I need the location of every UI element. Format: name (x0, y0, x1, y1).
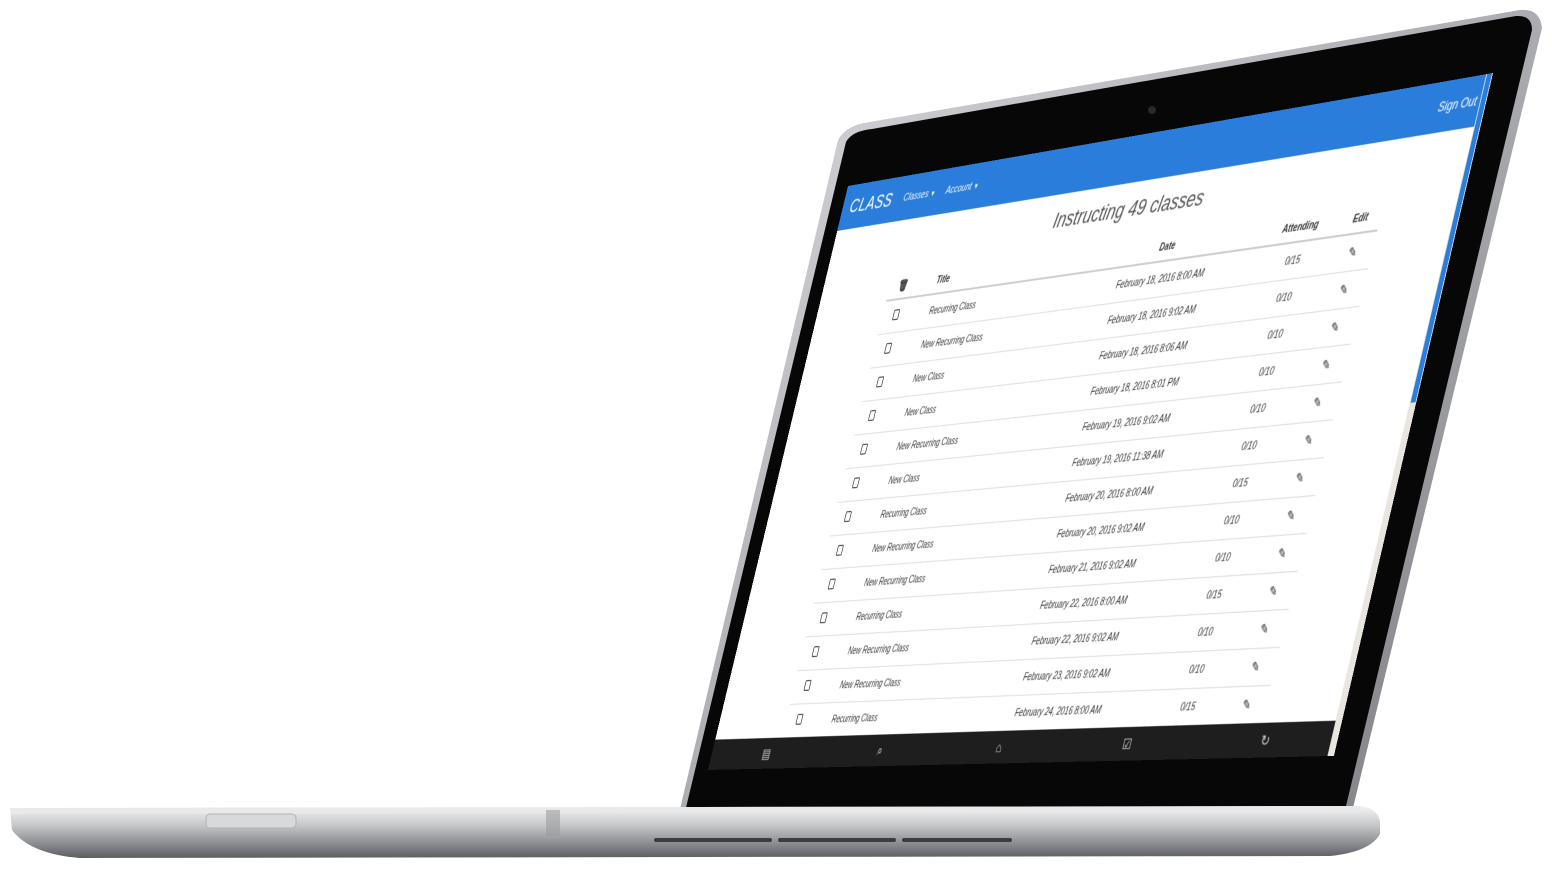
classes-menu-label: Classes (902, 188, 930, 204)
row-checkbox[interactable] (827, 578, 837, 590)
pencil-icon[interactable]: ✎ (1311, 394, 1323, 411)
pencil-icon[interactable]: ✎ (1329, 319, 1341, 336)
edit-cell: ✎ (1222, 685, 1271, 725)
row-checkbox[interactable] (803, 679, 812, 691)
search-icon[interactable]: ⌕ (876, 742, 885, 759)
edit-cell: ✎ (1257, 533, 1307, 574)
class-attending: 0/10 (1179, 536, 1267, 580)
edit-cell: ✎ (1284, 419, 1334, 462)
edit-cell: ✎ (1301, 344, 1351, 387)
edit-cell: ✎ (1240, 609, 1289, 650)
edit-cell: ✎ (1266, 495, 1316, 537)
row-checkbox[interactable] (795, 713, 804, 725)
class-attending: 0/15 (1170, 573, 1258, 617)
calendar-list-icon[interactable]: ▤ (761, 745, 773, 762)
class-attending: 0/10 (1162, 611, 1250, 653)
row-checkbox[interactable] (860, 443, 869, 455)
row-checkbox[interactable] (811, 646, 820, 658)
edit-cell: ✎ (1231, 647, 1280, 687)
edit-cell: ✎ (1275, 457, 1325, 499)
pencil-icon[interactable]: ✎ (1267, 583, 1279, 600)
pencil-icon[interactable]: ✎ (1250, 658, 1262, 675)
pencil-icon[interactable]: ✎ (1320, 356, 1332, 373)
sign-out-link[interactable]: Sign Out (1436, 93, 1478, 115)
classes-table: 🗑 Title Date Attending Edit Recurring Cl… (773, 201, 1385, 770)
pencil-icon[interactable]: ✎ (1294, 469, 1306, 486)
pencil-icon[interactable]: ✎ (1276, 545, 1288, 562)
edit-cell: ✎ (1319, 268, 1369, 312)
edit-cell: ✎ (1310, 306, 1360, 349)
pencil-icon[interactable]: ✎ (1338, 281, 1350, 298)
classes-menu[interactable]: Classes▼ (902, 187, 937, 204)
chevron-down-icon: ▼ (972, 181, 980, 192)
row-checkbox[interactable] (876, 376, 885, 388)
pencil-icon[interactable]: ✎ (1303, 432, 1315, 449)
row-checkbox[interactable] (835, 544, 845, 556)
account-menu[interactable]: Account▼ (944, 180, 980, 197)
pencil-icon[interactable]: ✎ (1241, 696, 1253, 713)
refresh-icon[interactable]: ↻ (1259, 731, 1272, 750)
pencil-icon[interactable]: ✎ (1346, 243, 1358, 260)
chevron-down-icon: ▼ (929, 188, 937, 199)
brand-logo[interactable]: CLASS (847, 189, 895, 218)
calendar-check-icon[interactable]: ☑ (1121, 735, 1134, 753)
row-checkbox[interactable] (892, 309, 901, 321)
edit-cell: ✎ (1293, 381, 1342, 424)
class-title[interactable]: Recurring Class (808, 697, 975, 738)
row-checkbox[interactable] (852, 477, 861, 489)
pencil-icon[interactable]: ✎ (1285, 507, 1297, 524)
home-icon[interactable]: ⌂ (994, 739, 1004, 756)
row-checkbox[interactable] (868, 409, 877, 422)
trash-icon[interactable]: 🗑 (897, 278, 910, 293)
row-checkbox[interactable] (844, 510, 853, 523)
class-attending: 0/15 (1144, 686, 1232, 728)
row-checkbox[interactable] (884, 342, 893, 354)
row-checkbox[interactable] (819, 612, 828, 624)
class-attending: 0/10 (1153, 649, 1241, 690)
account-menu-label: Account (944, 180, 974, 197)
edit-cell: ✎ (1249, 571, 1298, 612)
pencil-icon[interactable]: ✎ (1258, 620, 1270, 637)
